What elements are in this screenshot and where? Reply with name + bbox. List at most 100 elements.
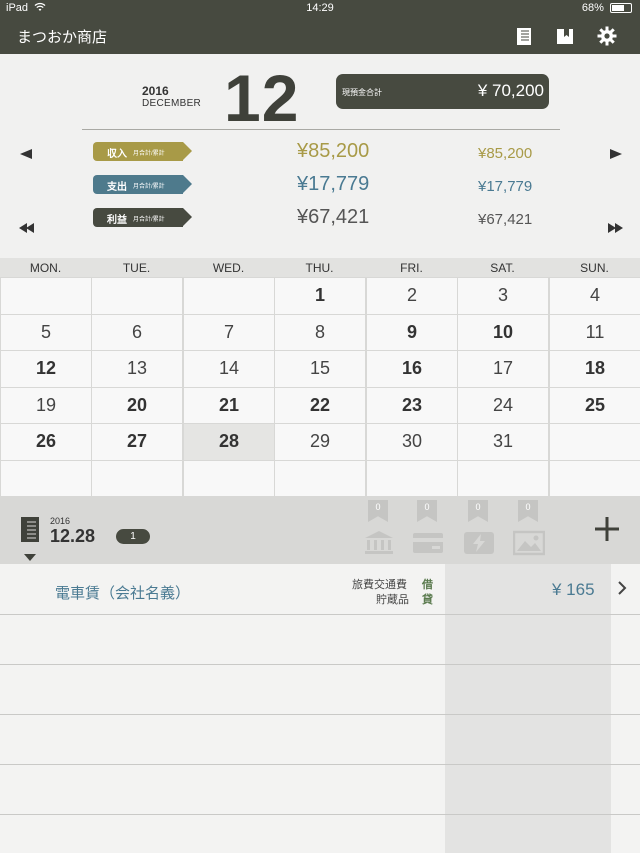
list-item[interactable]: 電車賃（会社名義） 旅費交通費 借 貯蔵品 貸 ¥ 165 xyxy=(0,564,640,614)
journal-icon[interactable] xyxy=(20,516,40,544)
calendar-day[interactable]: 20 xyxy=(92,387,182,423)
expense-cumulative: ¥17,779 xyxy=(478,178,533,195)
category-image[interactable]: 0 xyxy=(513,500,547,556)
weekday-label: FRI. xyxy=(400,261,423,275)
calendar-day[interactable]: 12 xyxy=(1,351,91,387)
income-tag: 収入 月合計/累計 xyxy=(93,142,192,161)
cash-total-label: 現預金合計 xyxy=(342,88,382,97)
calendar-day[interactable]: 2 xyxy=(367,278,457,314)
entry-amount: ¥ 165 xyxy=(552,580,595,599)
income-sublabel: 月合計/累計 xyxy=(133,151,165,157)
status-bar: iPad 14:29 68% xyxy=(0,0,640,18)
divider xyxy=(82,129,560,130)
lightning-count-badge: 0 xyxy=(468,500,488,522)
calendar-day[interactable]: 28 xyxy=(184,424,274,460)
weekday-label: SUN. xyxy=(580,261,609,275)
calendar-day[interactable]: 26 xyxy=(1,424,91,460)
month-summary: 2016 DECEMBER 12 現預金合計 ¥ 70,200 収入 月合計/累… xyxy=(0,54,640,258)
profit-monthly: ¥67,421 xyxy=(297,206,370,228)
profit-label: 利益 xyxy=(107,215,127,226)
card-count-badge: 0 xyxy=(417,500,437,522)
battery-icon xyxy=(610,3,632,14)
gear-icon[interactable] xyxy=(596,25,618,47)
nav-bar: まつおか商店 xyxy=(0,18,640,54)
calendar-day[interactable]: 10 xyxy=(458,314,548,350)
calendar: MON. TUE. WED. THU. FRI. SAT. SUN. 1 2 3 4 5 6 7 8 9 10… xyxy=(0,258,640,496)
calendar-day[interactable]: 1 xyxy=(275,278,365,314)
calendar-day[interactable]: 31 xyxy=(458,424,548,460)
book-icon[interactable] xyxy=(554,25,576,47)
income-row: 収入 月合計/累計 ¥85,200 ¥85,200 xyxy=(0,140,640,164)
calendar-day[interactable]: 8 xyxy=(275,314,365,350)
calendar-day[interactable]: 15 xyxy=(275,351,365,387)
category-bank[interactable]: 0 xyxy=(363,500,397,556)
profit-sublabel: 月合計/累計 xyxy=(133,217,165,223)
calendar-empty-cell xyxy=(1,460,91,496)
calendar-day[interactable]: 14 xyxy=(184,351,274,387)
calendar-empty-cell xyxy=(92,278,182,314)
calendar-empty-cell xyxy=(1,278,91,314)
expense-monthly: ¥17,779 xyxy=(297,173,370,195)
calendar-day[interactable]: 16 xyxy=(367,351,457,387)
category-card[interactable]: 0 xyxy=(412,500,446,556)
calendar-grid: 1 2 3 4 5 6 7 8 9 10 11 12 13 14 15 16 17 18 19 20 21 22 23 24 2… xyxy=(0,277,640,496)
row-divider xyxy=(0,764,640,765)
income-monthly: ¥85,200 xyxy=(297,140,370,162)
calendar-day[interactable]: 22 xyxy=(275,387,365,423)
calendar-day[interactable]: 25 xyxy=(550,387,640,423)
calendar-day[interactable]: 3 xyxy=(458,278,548,314)
income-label: 収入 xyxy=(107,149,127,160)
calendar-empty-cell xyxy=(367,460,457,496)
image-count-badge: 0 xyxy=(518,500,538,522)
calendar-day[interactable]: 23 xyxy=(367,387,457,423)
row-divider xyxy=(0,614,640,615)
year-label: 2016 xyxy=(142,84,169,98)
bank-icon xyxy=(365,531,393,554)
category-utility[interactable]: 0 xyxy=(463,500,497,556)
add-entry-icon[interactable] xyxy=(594,516,620,542)
debit-account: 旅費交通費 xyxy=(352,579,407,591)
image-icon xyxy=(513,530,545,556)
calendar-day[interactable]: 17 xyxy=(458,351,548,387)
calendar-day[interactable]: 24 xyxy=(458,387,548,423)
calendar-empty-cell xyxy=(550,424,640,460)
calendar-day[interactable]: 9 xyxy=(367,314,457,350)
calendar-day[interactable]: 6 xyxy=(92,314,182,350)
calendar-empty-cell xyxy=(458,460,548,496)
calendar-empty-cell xyxy=(550,460,640,496)
day-date: 12.28 xyxy=(50,526,96,546)
expense-sublabel: 月合計/累計 xyxy=(133,184,165,190)
month-number: 12 xyxy=(224,61,300,135)
calendar-day[interactable]: 21 xyxy=(184,387,274,423)
calendar-empty-cell xyxy=(275,460,365,496)
weekday-label: MON. xyxy=(29,261,62,275)
cash-total-value: ¥ 70,200 xyxy=(477,81,544,100)
dropdown-icon[interactable] xyxy=(24,554,36,561)
profit-tag: 利益 月合計/累計 xyxy=(93,208,192,227)
calendar-day[interactable]: 7 xyxy=(184,314,274,350)
row-divider xyxy=(0,664,640,665)
clock: 14:29 xyxy=(306,2,334,14)
calendar-day[interactable]: 18 xyxy=(550,351,640,387)
weekday-label: SAT. xyxy=(490,261,515,275)
cash-total-box[interactable]: 現預金合計 ¥ 70,200 xyxy=(336,74,549,109)
calendar-day[interactable]: 11 xyxy=(550,314,640,350)
day-bar: 2016 12.28 1 0 0 0 0 xyxy=(0,496,640,564)
expense-label: 支出 xyxy=(107,182,127,193)
row-divider xyxy=(0,714,640,715)
calendar-day[interactable]: 4 xyxy=(550,278,640,314)
expense-tag: 支出 月合計/累計 xyxy=(93,175,192,194)
chevron-right-icon xyxy=(618,581,627,595)
weekday-header: MON. TUE. WED. THU. FRI. SAT. SUN. xyxy=(0,258,640,277)
calendar-empty-cell xyxy=(184,460,274,496)
entry-title: 電車賃（会社名義） xyxy=(55,585,191,602)
journal-icon[interactable] xyxy=(513,25,535,47)
calendar-day[interactable]: 30 xyxy=(367,424,457,460)
weekday-label: THU. xyxy=(305,261,334,275)
calendar-day[interactable]: 29 xyxy=(275,424,365,460)
calendar-day[interactable]: 13 xyxy=(92,351,182,387)
calendar-day[interactable]: 19 xyxy=(1,387,91,423)
calendar-day[interactable]: 5 xyxy=(1,314,91,350)
expense-row: 支出 月合計/累計 ¥17,779 ¥17,779 xyxy=(0,173,640,197)
calendar-day[interactable]: 27 xyxy=(92,424,182,460)
